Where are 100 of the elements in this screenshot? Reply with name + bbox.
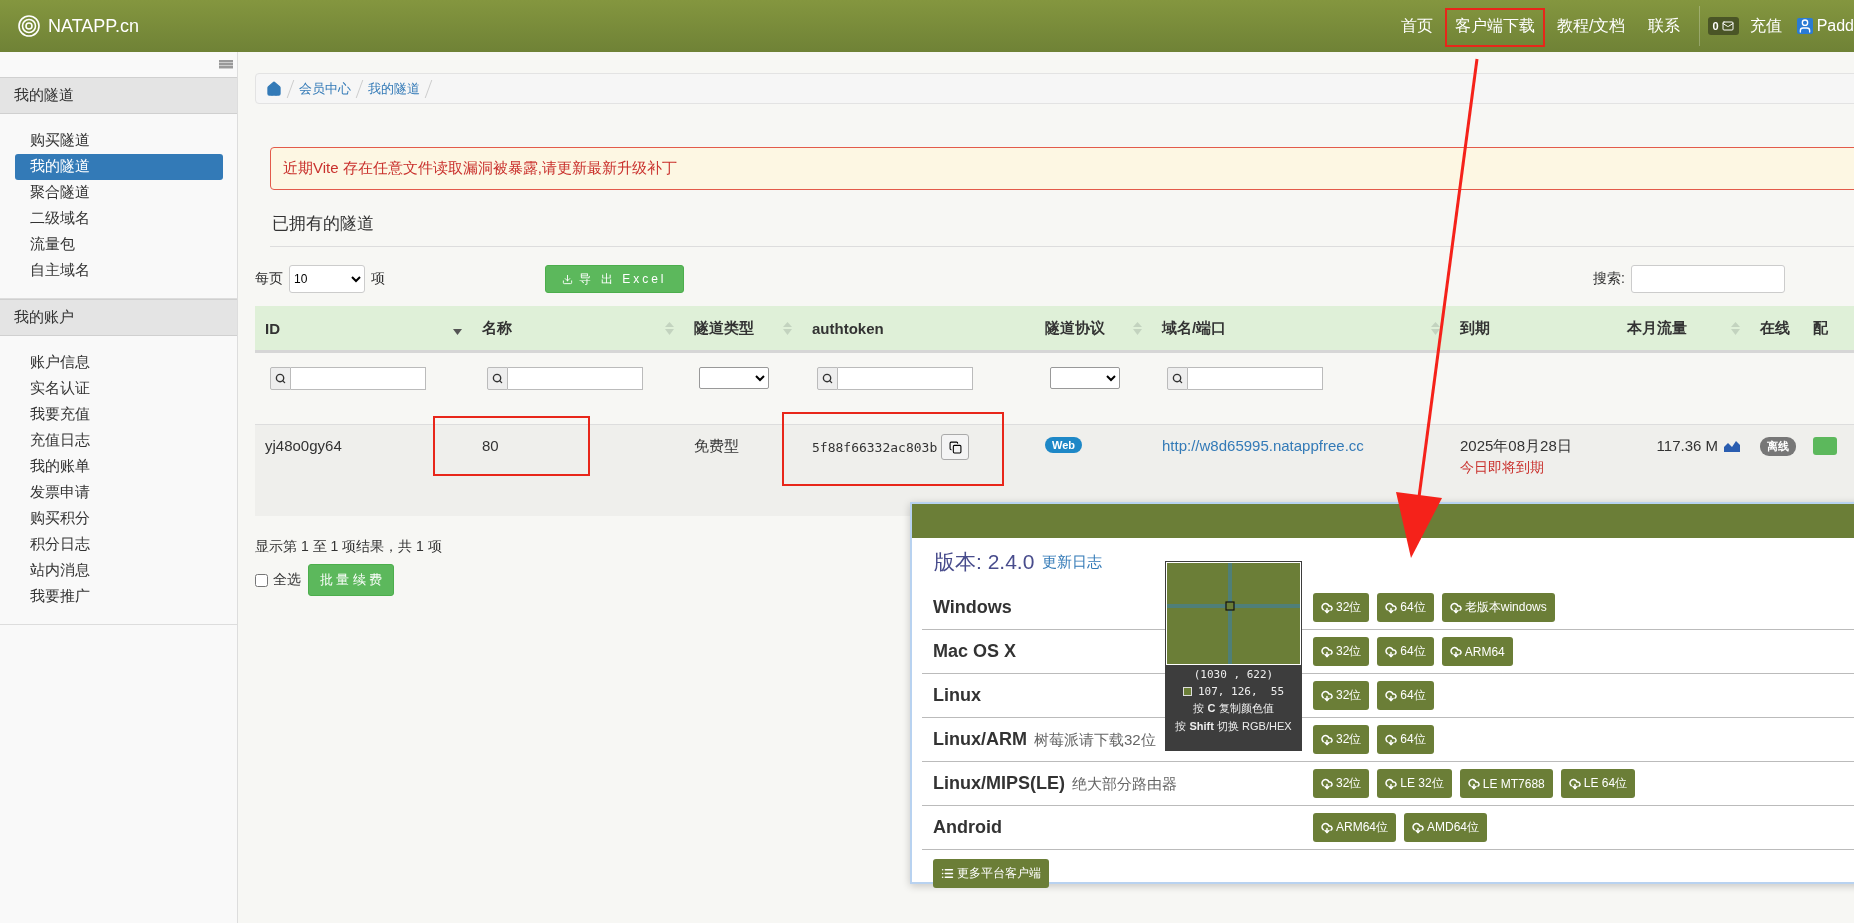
select-all-checkbox[interactable] <box>255 573 268 587</box>
copy-icon <box>948 440 962 454</box>
menu-icon[interactable] <box>219 60 233 69</box>
sort-icon[interactable] <box>1431 321 1440 335</box>
download-button[interactable]: LE 32位 <box>1377 769 1452 798</box>
select-all-label: 全选 <box>273 571 301 589</box>
changelog-link[interactable]: 更新日志 <box>1042 552 1103 572</box>
sidebar-item[interactable]: 我要充值 <box>15 402 223 428</box>
cloud-download-icon <box>1321 777 1333 790</box>
expiry-note: 今日即将到期 <box>1460 459 1545 477</box>
search-icon <box>1172 373 1183 384</box>
sidebar-item[interactable]: 购买积分 <box>15 506 223 532</box>
user-name[interactable]: Padd <box>1816 17 1854 35</box>
authtoken-text: 5f88f66332ac803b <box>812 439 938 455</box>
home-icon[interactable] <box>266 80 282 97</box>
nav-link[interactable]: 教程/文档 <box>1546 0 1637 52</box>
column-header[interactable]: 隧道协议 <box>1035 306 1152 353</box>
more-clients-button[interactable]: 更多平台客户端 <box>933 859 1049 888</box>
cloud-download-icon <box>1385 777 1398 790</box>
platform-name: Android <box>933 817 1002 838</box>
sidebar-item[interactable]: 发票申请 <box>15 480 223 506</box>
search-field[interactable] <box>1631 265 1785 293</box>
platform-name: Windows <box>933 597 1012 618</box>
page-size-label: 每页 <box>255 270 283 288</box>
download-button[interactable]: AMD64位 <box>1404 813 1488 842</box>
nav-link[interactable]: 客户端下载 <box>1444 0 1547 52</box>
column-header[interactable]: 到期 <box>1450 306 1617 353</box>
protocol-badge: Web <box>1045 437 1083 453</box>
cloud-download-icon <box>1321 733 1333 746</box>
sidebar-item[interactable]: 我的账单 <box>15 454 223 480</box>
download-button[interactable]: LE MT7688 <box>1459 769 1553 798</box>
sidebar-item[interactable]: 账户信息 <box>15 350 223 376</box>
column-header[interactable]: authtoken <box>802 306 1035 353</box>
sidebar-item[interactable]: 积分日志 <box>15 532 223 558</box>
download-button[interactable]: 64位 <box>1377 725 1434 754</box>
cloud-download-icon <box>1385 689 1398 702</box>
column-header[interactable]: ID <box>255 306 472 353</box>
download-button[interactable]: ARM64位 <box>1313 813 1396 842</box>
sidebar-item[interactable]: 聚合隧道 <box>15 180 223 206</box>
sidebar-section-title: 我的账户 <box>0 299 237 336</box>
cloud-download-icon <box>1449 601 1462 614</box>
filter-select[interactable] <box>699 367 769 389</box>
search-icon <box>822 373 833 384</box>
filter-field[interactable] <box>838 367 973 390</box>
download-button[interactable]: 老版本windows <box>1441 593 1555 622</box>
download-button[interactable]: 32位 <box>1313 637 1370 666</box>
platform-name: Linux/ARM <box>933 729 1027 750</box>
sidebar-item[interactable]: 实名认证 <box>15 376 223 402</box>
search-icon <box>275 373 286 384</box>
search-label: 搜索: <box>1593 270 1625 288</box>
tunnel-name: 80 <box>482 437 500 454</box>
copy-button[interactable] <box>941 434 970 460</box>
column-header[interactable]: 域名/端口 <box>1152 306 1450 353</box>
download-button[interactable]: 32位 <box>1313 681 1370 710</box>
filter-select[interactable] <box>1050 367 1120 389</box>
column-header[interactable]: 名称 <box>472 306 684 353</box>
message-badge[interactable]: 0 <box>1707 17 1739 35</box>
version-text: 版本: 2.4.0 <box>934 549 1035 575</box>
breadcrumb-link[interactable]: 会员中心 <box>299 79 351 98</box>
download-button[interactable]: ARM64 <box>1441 637 1513 666</box>
filter-field[interactable] <box>1188 367 1323 390</box>
download-button[interactable]: 64位 <box>1377 681 1434 710</box>
recharge-link[interactable]: 充值 <box>1738 0 1793 52</box>
filter-field[interactable] <box>291 367 426 390</box>
sidebar-item[interactable]: 流量包 <box>15 232 223 258</box>
download-button[interactable]: 64位 <box>1377 593 1434 622</box>
download-button[interactable]: 32位 <box>1313 769 1370 798</box>
breadcrumb-link[interactable]: 我的隧道 <box>368 79 420 98</box>
sidebar-item[interactable]: 购买隧道 <box>15 128 223 154</box>
page-size-suffix: 项 <box>371 270 385 288</box>
sidebar-section-title: 我的隧道 <box>0 77 237 114</box>
renew-button[interactable]: 批 量 续 费 <box>308 564 394 596</box>
sidebar-item[interactable]: 我的隧道 <box>15 154 223 180</box>
sidebar-item[interactable]: 自主域名 <box>15 258 223 284</box>
column-header[interactable]: 本月流量 <box>1617 306 1750 353</box>
cloud-download-icon <box>1568 777 1581 790</box>
download-button[interactable]: 32位 <box>1313 725 1370 754</box>
nav-link[interactable]: 首页 <box>1390 0 1445 52</box>
download-button[interactable]: 32位 <box>1313 593 1370 622</box>
site-logo[interactable]: NATAPP.cn <box>48 15 140 37</box>
page-size-select[interactable]: 10 <box>289 265 365 293</box>
filter-field[interactable] <box>508 367 643 390</box>
chart-icon[interactable] <box>1724 439 1740 452</box>
list-icon <box>941 867 954 880</box>
download-button[interactable]: LE 64位 <box>1560 769 1636 798</box>
config-tag[interactable] <box>1813 437 1837 455</box>
column-header[interactable]: 在线 <box>1750 306 1803 353</box>
sidebar-item[interactable]: 站内消息 <box>15 558 223 584</box>
tunnel-id: yj48o0gy64 <box>265 437 343 454</box>
alert-message: 近期Vite 存在任意文件读取漏洞被暴露,请更新最新升级补丁 <box>270 147 1854 190</box>
domain-link[interactable]: http://w8d65995.natappfree.cc <box>1162 437 1440 454</box>
export-button[interactable]: 导 出 Excel <box>545 265 684 293</box>
sidebar-item[interactable]: 二级域名 <box>15 206 223 232</box>
sidebar-item[interactable]: 我要推广 <box>15 584 223 610</box>
download-button[interactable]: 64位 <box>1377 637 1434 666</box>
nav-link[interactable]: 联系 <box>1636 0 1691 52</box>
cloud-download-icon <box>1385 645 1398 658</box>
column-header[interactable]: 隧道类型 <box>684 306 802 353</box>
sidebar-item[interactable]: 充值日志 <box>15 428 223 454</box>
column-header[interactable]: 配 <box>1803 306 1854 353</box>
